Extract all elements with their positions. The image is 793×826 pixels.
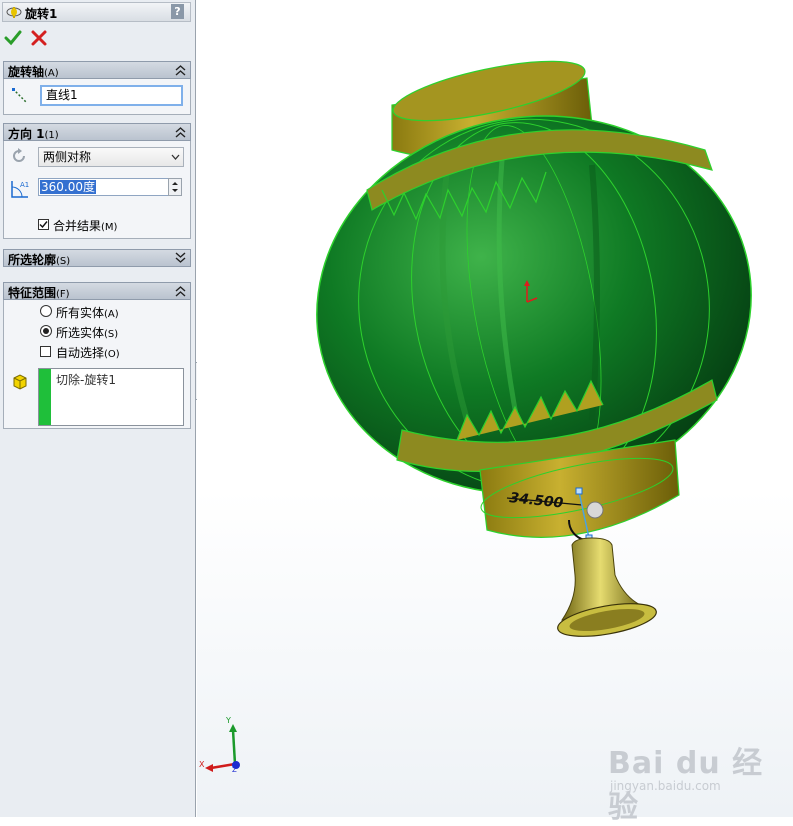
auto-select-label: 自动选择 — [56, 346, 105, 360]
svg-text:A1: A1 — [20, 181, 29, 189]
axis-section-header[interactable]: 旋转轴(A) — [3, 61, 191, 79]
all-bodies-radio[interactable] — [40, 305, 52, 317]
selected-bodies-hotkey: (S) — [104, 329, 119, 340]
lantern-model[interactable]: 34.500 Y X Z — [197, 0, 793, 817]
direction-type-value: 两侧对称 — [43, 150, 92, 164]
angle-spinner[interactable] — [168, 178, 182, 196]
chevron-up-icon[interactable] — [175, 285, 186, 297]
axis-input[interactable]: 直线1 — [40, 85, 183, 106]
spin-arrows-icon — [172, 182, 178, 192]
triad-x-label: X — [199, 760, 205, 769]
ok-button[interactable] — [4, 29, 22, 47]
direction-section-hotkey: (1) — [44, 130, 59, 141]
selected-bodies-radio[interactable] — [40, 325, 52, 337]
selected-bodies-label: 所选实体 — [56, 326, 105, 340]
bell — [557, 537, 657, 637]
angle-input[interactable]: 360.00度 — [38, 178, 169, 196]
graphics-viewport[interactable]: 34.500 Y X Z — [197, 0, 793, 817]
merge-result-checkbox[interactable] — [38, 219, 49, 230]
direction-type-dropdown[interactable]: 两侧对称 — [38, 147, 184, 167]
contour-section-title: 所选轮廓 — [8, 253, 57, 267]
merge-result-hotkey: (M) — [101, 222, 118, 233]
chevron-down-icon[interactable] — [175, 252, 186, 264]
feature-title: 旋转1 — [25, 7, 58, 21]
axis-section-title: 旋转轴 — [8, 65, 45, 79]
axis-line-icon — [12, 88, 28, 104]
watermark-url: jingyan.baidu.com — [610, 779, 721, 793]
all-bodies-hotkey: (A) — [104, 309, 119, 320]
revolve-feature-icon — [6, 7, 22, 18]
scope-section-header[interactable]: 特征范围(F) — [3, 282, 191, 300]
direction-section-body: 两侧对称 A1 360.00度 合并结果(M) — [3, 141, 191, 239]
angle-icon: A1 — [11, 181, 29, 198]
selected-bodies-list[interactable]: 切除-旋转1 — [38, 368, 184, 426]
angle-value: 360.00度 — [40, 180, 96, 194]
reverse-direction-icon[interactable] — [10, 147, 28, 165]
contour-section-header[interactable]: 所选轮廓(S) — [3, 249, 191, 267]
list-item[interactable]: 切除-旋转1 — [56, 371, 116, 388]
scope-section-hotkey: (F) — [56, 289, 70, 300]
chevron-down-icon — [171, 154, 180, 160]
triad-y-label: Y — [225, 716, 231, 725]
help-button[interactable]: ? — [171, 4, 184, 19]
cancel-button[interactable] — [30, 29, 48, 47]
direction-section-header[interactable]: 方向 1(1) — [3, 123, 191, 141]
chevron-up-icon[interactable] — [175, 64, 186, 76]
auto-select-hotkey: (O) — [104, 349, 120, 360]
all-bodies-label: 所有实体 — [56, 306, 105, 320]
auto-select-checkbox[interactable] — [40, 346, 51, 357]
chevron-up-icon[interactable] — [175, 126, 186, 138]
feature-titlebar: 旋转1 ? — [2, 2, 191, 22]
contour-section-hotkey: (S) — [56, 256, 71, 267]
list-color-bar — [39, 369, 51, 425]
property-manager: 旋转1 ? 旋转轴(A) 直线1 方向 1(1) 两侧对称 A1 360.00度… — [0, 0, 196, 817]
solid-body-icon — [13, 374, 27, 390]
direction-section-title: 方向 1 — [8, 127, 45, 141]
triad-z-label: Z — [232, 766, 237, 774]
scope-section-title: 特征范围 — [8, 286, 57, 300]
view-triad[interactable]: Y X Z — [199, 716, 240, 774]
axis-section-hotkey: (A) — [44, 68, 59, 79]
axis-section-body: 直线1 — [3, 79, 191, 115]
merge-result-label: 合并结果 — [53, 219, 102, 233]
checkmark-icon — [39, 221, 48, 229]
